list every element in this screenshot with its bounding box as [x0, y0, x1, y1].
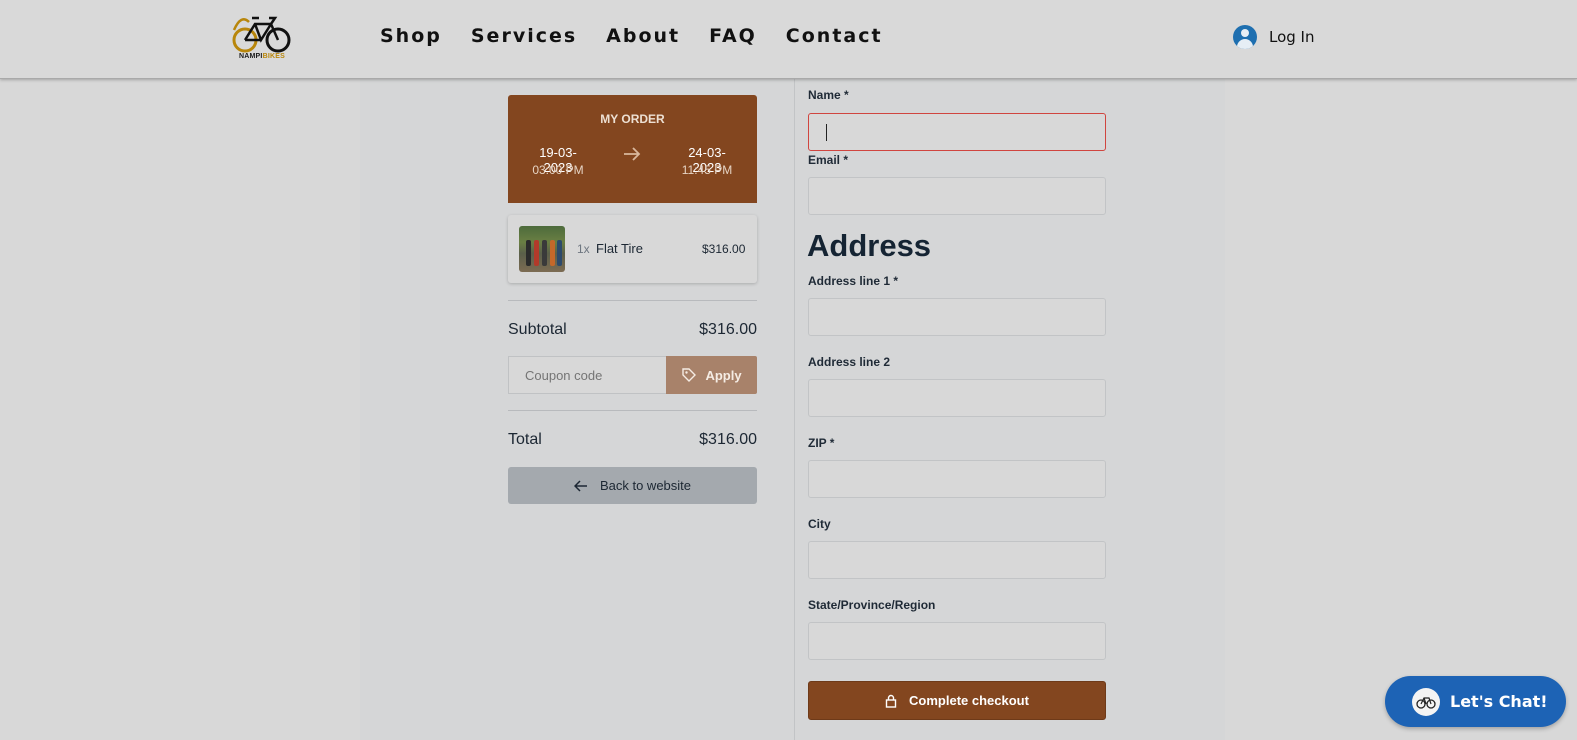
nav-faq[interactable]: FAQ — [709, 25, 757, 47]
coupon-input[interactable] — [508, 356, 666, 394]
city-label: City — [808, 517, 831, 531]
address-line2-field[interactable] — [808, 379, 1106, 417]
apply-coupon-button[interactable]: Apply — [666, 356, 757, 394]
apply-label: Apply — [705, 367, 742, 383]
nav-contact[interactable]: Contact — [786, 25, 883, 47]
address-line1-label: Address line 1 * — [808, 274, 899, 288]
address-heading: Address — [807, 228, 932, 263]
main-nav: Shop Services About FAQ Contact — [380, 25, 912, 47]
city-field[interactable] — [808, 541, 1106, 579]
subtotal-value: $316.00 — [699, 321, 757, 338]
item-name: Flat Tire — [596, 241, 643, 256]
zip-field[interactable] — [808, 460, 1106, 498]
site-header: NAMPIBIKES Shop Services About FAQ Conta… — [0, 0, 1577, 79]
chat-bike-icon — [1412, 687, 1440, 716]
name-label: Name * — [808, 88, 849, 102]
email-label: Email * — [808, 153, 849, 167]
order-summary-header: MY ORDER 19-03-2023 03:00 PM 24-03-2023 … — [508, 95, 757, 203]
chat-button[interactable]: Let's Chat! — [1385, 676, 1566, 727]
total-value: $316.00 — [699, 431, 757, 448]
back-label: Back to website — [599, 478, 692, 493]
checkout-label: Complete checkout — [909, 693, 1029, 708]
bicycle-icon — [232, 16, 291, 53]
nav-about[interactable]: About — [606, 25, 680, 47]
address-line1-field[interactable] — [808, 298, 1106, 336]
order-title: MY ORDER — [600, 112, 665, 126]
tag-icon — [682, 368, 697, 382]
user-avatar-icon — [1233, 25, 1257, 49]
text-caret — [826, 124, 827, 141]
zip-label: ZIP * — [808, 436, 835, 450]
address-line2-label: Address line 2 — [808, 355, 891, 369]
arrow-right-icon — [624, 147, 641, 161]
item-price: $316.00 — [702, 242, 746, 256]
nav-shop[interactable]: Shop — [380, 25, 442, 47]
arrow-left-icon — [573, 479, 587, 492]
state-label: State/Province/Region — [808, 598, 936, 612]
start-time: 03:00 PM — [532, 163, 584, 177]
subtotal-label: Subtotal — [508, 321, 567, 338]
site-logo[interactable]: NAMPIBIKES — [231, 12, 293, 64]
item-thumbnail — [519, 226, 565, 272]
chat-label: Let's Chat! — [1450, 692, 1548, 711]
lock-icon — [885, 694, 897, 708]
logo-text: NAMPIBIKES — [239, 53, 285, 60]
state-field[interactable] — [808, 622, 1106, 660]
login-label: Log In — [1269, 28, 1315, 46]
email-field[interactable] — [808, 177, 1106, 215]
complete-checkout-button[interactable]: Complete checkout — [808, 681, 1106, 720]
login-button[interactable]: Log In — [1233, 25, 1315, 49]
nav-services[interactable]: Services — [471, 25, 577, 47]
column-divider — [794, 79, 795, 740]
end-time: 11:45 PM — [681, 163, 733, 177]
total-divider — [508, 410, 757, 411]
name-field[interactable] — [808, 113, 1106, 151]
total-label: Total — [508, 431, 542, 448]
back-to-website-button[interactable]: Back to website — [508, 467, 757, 504]
summary-divider — [508, 300, 757, 301]
chat-bicycle-glyph — [1416, 696, 1436, 709]
item-quantity: 1x — [577, 242, 590, 256]
